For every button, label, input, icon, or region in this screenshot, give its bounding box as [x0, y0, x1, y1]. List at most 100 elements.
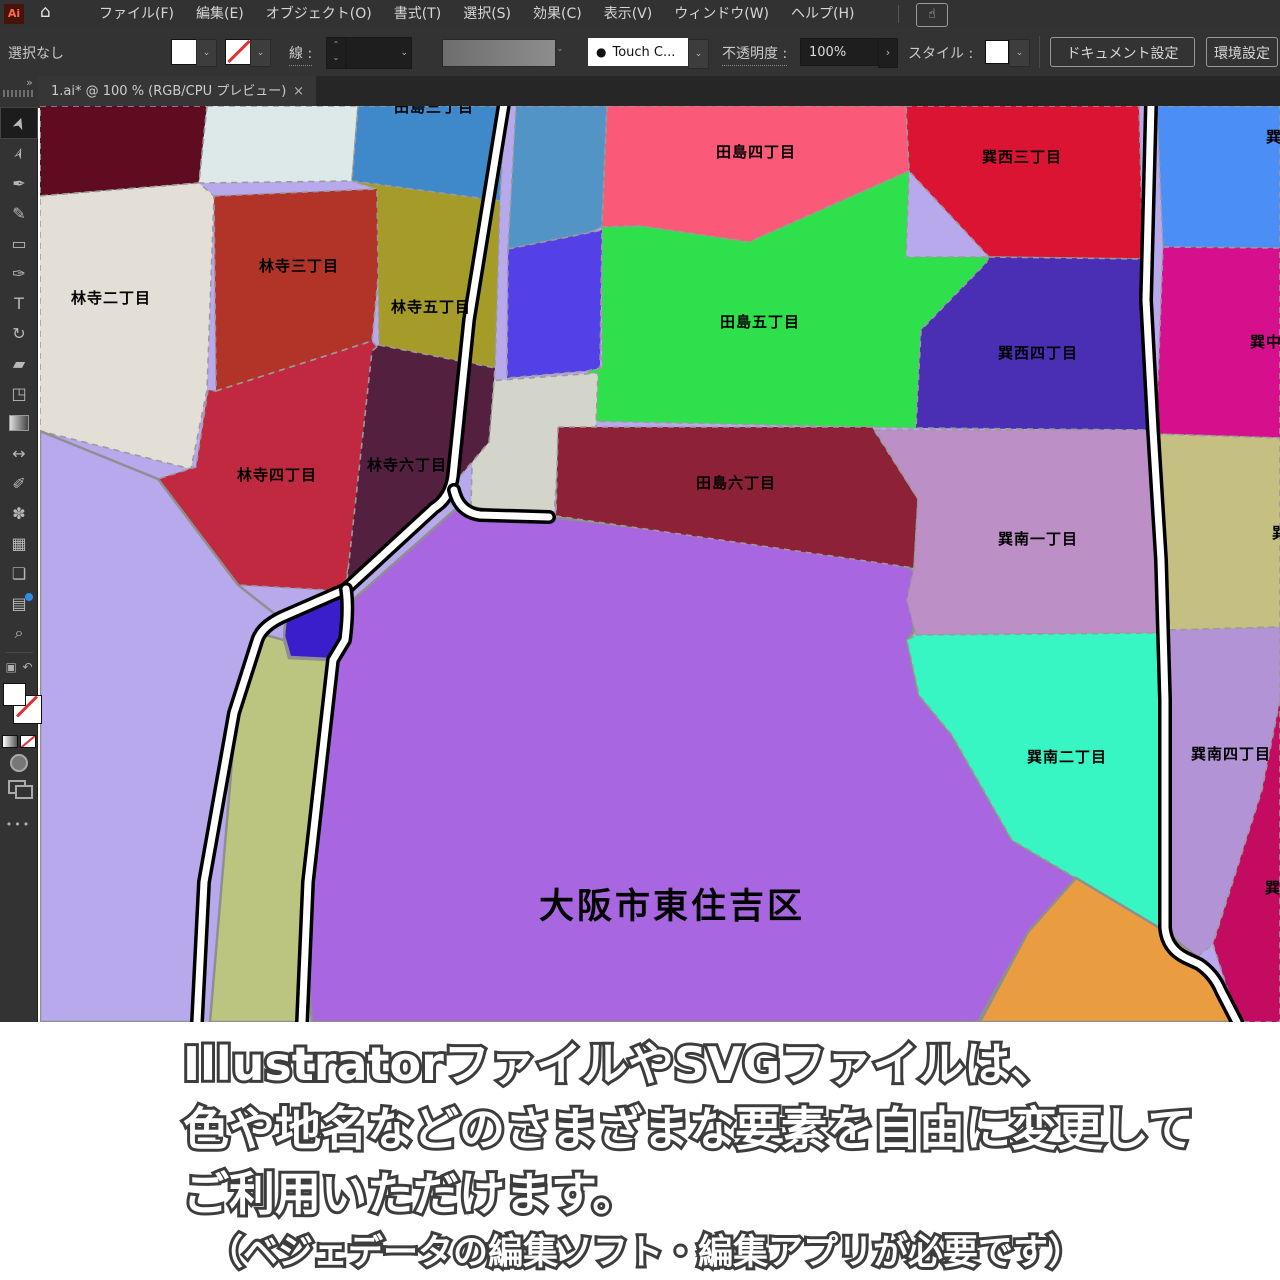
preferences-button[interactable]: 環境設定 — [1206, 37, 1278, 67]
panel-grip-dots[interactable] — [3, 90, 33, 97]
style-label: スタイル : — [908, 43, 973, 63]
curvature-tool[interactable]: ✎ — [0, 198, 38, 228]
opacity-field[interactable]: 100% — [800, 38, 878, 66]
zoom-tool[interactable]: ⌕ — [0, 618, 38, 648]
curvature-tool-icon: ✎ — [12, 204, 25, 223]
selection-tool[interactable]: ➤ — [1, 108, 37, 138]
direct-selection-tool-icon: ➢ — [8, 143, 30, 162]
none-mode-icon[interactable] — [20, 735, 36, 748]
map-label: 林寺二丁目 — [71, 289, 151, 307]
pen-tool[interactable]: ✒ — [0, 168, 38, 198]
type-tool-icon: T — [14, 294, 24, 313]
symbol-sprayer-tool[interactable]: ✽ — [0, 498, 38, 528]
rectangle-tool-icon: ▭ — [11, 234, 26, 253]
document-setup-button[interactable]: ドキュメント設定 — [1050, 37, 1195, 67]
brush-dropdown-icon[interactable]: ⌄ — [556, 44, 564, 54]
map-region-blueviolet-strip[interactable] — [507, 230, 602, 378]
map-canvas[interactable]: 田島四丁目巽西三丁目田島五丁目林寺二丁目林寺三丁目林寺五丁目林寺四丁目林寺六丁目… — [40, 106, 1280, 1022]
stroke-weight-field[interactable]: ⌄ — [346, 37, 412, 69]
caption-line-4: （ベジェデータの編集ソフト・編集アプリが必要です） — [208, 1224, 1083, 1275]
caption-line-1: IllustratorファイルやSVGファイルは、 — [183, 1028, 1056, 1094]
menu-bar: Ai ⌂ ファイル(F)編集(E)オブジェクト(O)書式(T)選択(S)効果(C… — [0, 0, 1280, 28]
touch-workspace-icon[interactable]: ☝ — [916, 3, 948, 27]
toolbar-divider — [5, 652, 33, 653]
rotate-tool[interactable]: ↻ — [0, 318, 38, 348]
menu-items: ファイル(F) 編集(E) オブジェクト(O) 書式(T) 選択(S) 効果(C) 表示(V… — [88, 0, 865, 28]
shape-builder-tool[interactable]: ◳ — [0, 378, 38, 408]
stroke-color-swatch[interactable] — [225, 39, 251, 65]
fill-color-swatch[interactable] — [171, 39, 197, 65]
menu-item-0[interactable]: ファイル(F) — [99, 0, 174, 28]
artboard-tool-icon: ❏ — [12, 564, 26, 583]
map-region-hayashiji-2[interactable] — [40, 183, 214, 469]
document-tab[interactable]: 1.ai* @ 100 % (RGB/CPU プレビュー) × — [38, 76, 316, 108]
style-swatch[interactable] — [985, 40, 1009, 64]
map-label: 田島六丁目 — [696, 474, 776, 492]
map-region-tatsumi-nishi-2[interactable] — [1157, 106, 1280, 248]
tools-panel: ➤ ➢ ✒ ✎ ▭ ✑ T ↻▰◳ ↔✐✽▦ ❏ ▤⌕ ▣ ↶ ••• — [0, 108, 38, 1022]
draw-behind-icon — [15, 785, 33, 799]
menu-item-3[interactable]: 書式(T) — [394, 0, 441, 28]
tab-close-icon[interactable]: × — [293, 76, 304, 108]
stroke-color-dropdown-icon[interactable]: ⌄ — [250, 39, 271, 67]
graph-tool[interactable]: ▦ — [0, 528, 38, 558]
sync-arrow-icon[interactable]: ↶ — [22, 660, 32, 674]
direct-selection-tool[interactable]: ➢ — [0, 138, 38, 168]
map-region-ice-white[interactable] — [199, 106, 358, 183]
type-tool[interactable]: T — [0, 288, 38, 318]
paintbrush-tool[interactable]: ✑ — [0, 258, 38, 288]
home-icon[interactable]: ⌂ — [40, 2, 51, 22]
edit-toolbar-icon[interactable]: ▣ — [6, 660, 17, 674]
menu-item-6[interactable]: 表示(V) — [604, 0, 653, 28]
menu-item-2[interactable]: オブジェクト(O) — [266, 0, 372, 28]
brush-definition-select[interactable] — [442, 39, 556, 67]
selection-tool-icon: ➤ — [8, 113, 30, 132]
menu-item-1[interactable]: 編集(E) — [196, 0, 244, 28]
eraser-tool[interactable]: ▰ — [0, 348, 38, 378]
toolbar-fill-swatch[interactable] — [3, 683, 26, 706]
tools-panel-header: » — [0, 76, 38, 108]
shape-mode-icon[interactable] — [10, 754, 28, 772]
tools-list: ➤ ➢ ✒ ✎ ▭ ✑ T ↻▰◳ ↔✐✽▦ ❏ ▤⌕ — [0, 108, 37, 648]
selection-status: 選択なし — [8, 43, 64, 63]
document-tab-bar: » 1.ai* @ 100 % (RGB/CPU プレビュー) × — [0, 76, 1280, 108]
profile-dot-icon: ● — [596, 45, 606, 59]
map-label: 巽西三丁目 — [982, 148, 1062, 166]
artboard-canvas[interactable]: 田島四丁目巽西三丁目田島五丁目林寺二丁目林寺三丁目林寺五丁目林寺四丁目林寺六丁目… — [40, 106, 1280, 1022]
more-tools-icon[interactable]: ••• — [0, 818, 37, 831]
active-plane-dot — [25, 593, 33, 601]
opacity-expand-icon[interactable]: › — [878, 38, 898, 68]
map-region-steelblue-ne[interactable] — [508, 106, 607, 249]
menu-item-8[interactable]: ヘルプ(H) — [791, 0, 854, 28]
stroke-weight-stepper[interactable]: ⌃⌄ — [326, 37, 346, 69]
paintbrush-tool-icon: ✑ — [12, 264, 25, 283]
map-region-kita-maroon[interactable] — [40, 106, 207, 196]
toolbar-sync-row[interactable]: ▣ ↶ — [0, 657, 38, 677]
map-label: 田島五丁目 — [720, 313, 800, 331]
style-dropdown-icon[interactable]: ⌄ — [1009, 39, 1030, 67]
footer-caption-area: IllustratorファイルやSVGファイルは、色や地名などのさまざまな要素を… — [0, 1022, 1280, 1280]
map-label: 巽南二丁目 — [1027, 748, 1107, 766]
gradient-mode-icon[interactable] — [2, 735, 18, 748]
rectangle-tool[interactable]: ▭ — [0, 228, 38, 258]
opacity-label[interactable]: 不透明度 : — [722, 43, 787, 66]
collapse-panel-icon[interactable]: » — [26, 76, 33, 89]
width-profile-dropdown-icon[interactable]: ⌄ — [688, 39, 709, 69]
eyedropper-tool[interactable]: ✐ — [0, 468, 38, 498]
document-tab-title: 1.ai* @ 100 % (RGB/CPU プレビュー) — [51, 84, 286, 99]
menu-item-5[interactable]: 効果(C) — [533, 0, 582, 28]
fill-color-dropdown-icon[interactable]: ⌄ — [196, 39, 217, 67]
map-region-khaki-east[interactable] — [1156, 434, 1280, 630]
width-tool[interactable]: ↔ — [0, 438, 38, 468]
perspective-grid-tool[interactable]: ▤ — [0, 588, 38, 618]
width-profile-select[interactable]: ●Touch C... — [588, 38, 688, 66]
artboard-tool[interactable]: ❏ — [0, 558, 38, 588]
options-separator — [1039, 36, 1040, 68]
map-label: 林寺六丁目 — [367, 456, 447, 474]
stroke-weight-label[interactable]: 線 : — [289, 43, 312, 66]
stroke-weight-dropdown-icon[interactable]: ⌄ — [400, 38, 408, 68]
menu-item-4[interactable]: 選択(S) — [463, 0, 511, 28]
draw-mode-icon[interactable] — [8, 780, 30, 796]
menu-item-7[interactable]: ウィンドウ(W) — [674, 0, 769, 28]
gradient-tool[interactable] — [0, 408, 38, 438]
